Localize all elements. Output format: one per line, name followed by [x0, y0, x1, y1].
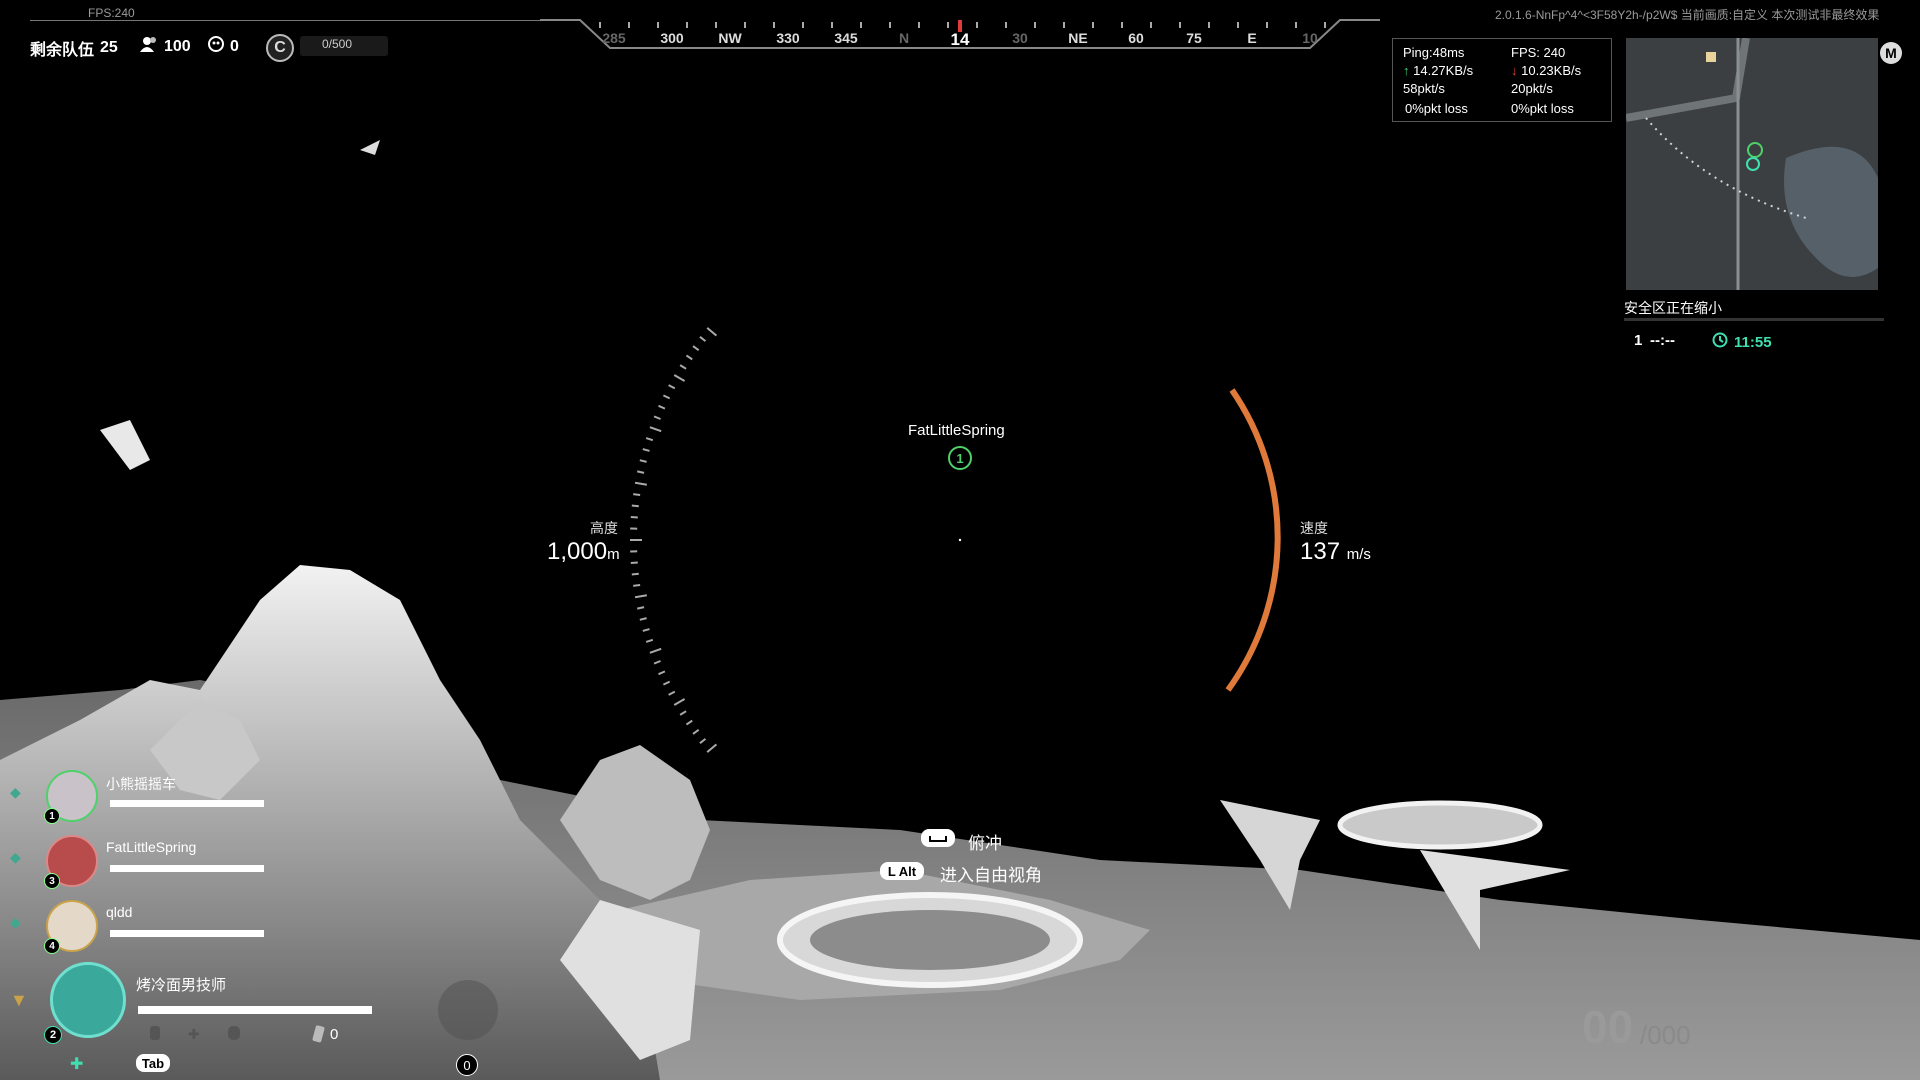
freecam-prompt: 进入自由视角 [940, 866, 1042, 885]
altitude-tick [673, 698, 686, 706]
self-ammo-count: 0 [330, 1026, 339, 1043]
altitude-tick [649, 426, 662, 433]
altitude-tick [637, 470, 645, 474]
rank-chevron-icon: ▼ [10, 990, 28, 1010]
altitude-tick [692, 729, 700, 735]
self-name: 烤冷面男技师 [136, 977, 227, 994]
teammate-number: 4 [44, 938, 60, 954]
magazine-ammo: 00 [1582, 1001, 1634, 1053]
teammate-status-icon: ◆ [10, 849, 21, 865]
altitude-tick [685, 354, 693, 361]
altitude-tick [645, 437, 654, 442]
altitude-tick [639, 459, 647, 463]
dive-prompt: 俯冲 [968, 834, 1002, 853]
medkit-slot-icon: ✚ [188, 1026, 200, 1042]
dive-key-chip [921, 829, 955, 847]
teammate-name: 小熊摇摇车 [106, 776, 176, 792]
altitude-tick [642, 628, 650, 632]
altitude-tick [662, 394, 671, 400]
altitude-tick [649, 647, 662, 654]
teammate-health-bar [110, 865, 264, 872]
grenade-slot-icon [150, 1026, 160, 1040]
teammate-location-marker: 1 [948, 446, 972, 470]
teammate-row[interactable]: ◆ 4 qldd [0, 894, 300, 954]
altitude-tick [662, 680, 671, 686]
altitude-tick [639, 617, 647, 621]
altitude-tick [631, 572, 639, 576]
self-health-bar [138, 1006, 372, 1014]
speed-readout: 137 m/s [1300, 538, 1371, 566]
altitude-tick [685, 719, 693, 726]
altitude-tick [679, 364, 687, 370]
teammate-health-bar [110, 930, 264, 937]
spacebar-icon [929, 831, 947, 846]
altitude-tick [645, 638, 654, 643]
altitude-tick [699, 336, 707, 342]
altitude-tick [637, 606, 645, 610]
altitude-tick [642, 448, 650, 452]
altitude-tick [706, 327, 718, 337]
altitude-tick [668, 384, 676, 390]
ping-wheel-icon[interactable] [438, 980, 498, 1040]
speed-value: 137 [1300, 538, 1341, 565]
speed-unit: m/s [1346, 546, 1371, 563]
freecam-key-chip: L Alt [880, 862, 924, 880]
altitude-tick [668, 690, 676, 696]
tab-key-chip[interactable]: Tab [136, 1054, 170, 1072]
item-slots: ✚ [150, 1026, 240, 1043]
altitude-tick [706, 743, 718, 753]
crosshair-dot [958, 538, 962, 542]
armor-slot-icon [227, 1026, 240, 1040]
altitude-unit: m [607, 546, 620, 563]
altitude-tick [658, 670, 666, 676]
self-number: 2 [44, 1026, 62, 1044]
altitude-tick [633, 493, 641, 497]
altitude-tick [679, 710, 687, 716]
altitude-tick [633, 583, 641, 587]
altitude-tick [634, 594, 648, 599]
teammate-number: 1 [44, 808, 60, 824]
altitude-tick [653, 660, 661, 665]
speed-label: 速度 [1300, 520, 1328, 536]
teammate-name-tag: FatLittleSpring [908, 422, 1005, 439]
altitude-scale [630, 327, 718, 753]
teammate-name: qldd [106, 904, 133, 920]
altitude-readout: 1,000m [547, 538, 620, 566]
altitude-label: 高度 [590, 520, 618, 536]
revive-icon: ✚ [70, 1056, 84, 1073]
altitude-value: 1,000 [547, 538, 608, 565]
altitude-tick [631, 504, 639, 508]
altitude-tick [673, 374, 686, 382]
teammate-row[interactable]: ◆ 3 FatLittleSpring [0, 829, 300, 889]
altitude-tick [658, 404, 666, 410]
teammate-health-bar [110, 800, 264, 807]
teammate-number: 3 [44, 873, 60, 889]
speed-arc [1225, 388, 1281, 692]
teammate-status-icon: ◆ [10, 784, 21, 800]
teammate-status-icon: ◆ [10, 914, 21, 930]
ammo-icon [312, 1024, 326, 1049]
altitude-tick [653, 415, 661, 420]
altitude-tick [699, 738, 707, 744]
reserve-ammo: /000 [1640, 1020, 1691, 1050]
teammate-row[interactable]: ◆ 1 小熊摇摇车 [0, 764, 300, 824]
zero-badge: 0 [456, 1054, 478, 1076]
teammate-name: FatLittleSpring [106, 839, 197, 855]
self-avatar [50, 962, 126, 1038]
altitude-tick [634, 481, 648, 486]
altitude-tick [692, 345, 700, 351]
